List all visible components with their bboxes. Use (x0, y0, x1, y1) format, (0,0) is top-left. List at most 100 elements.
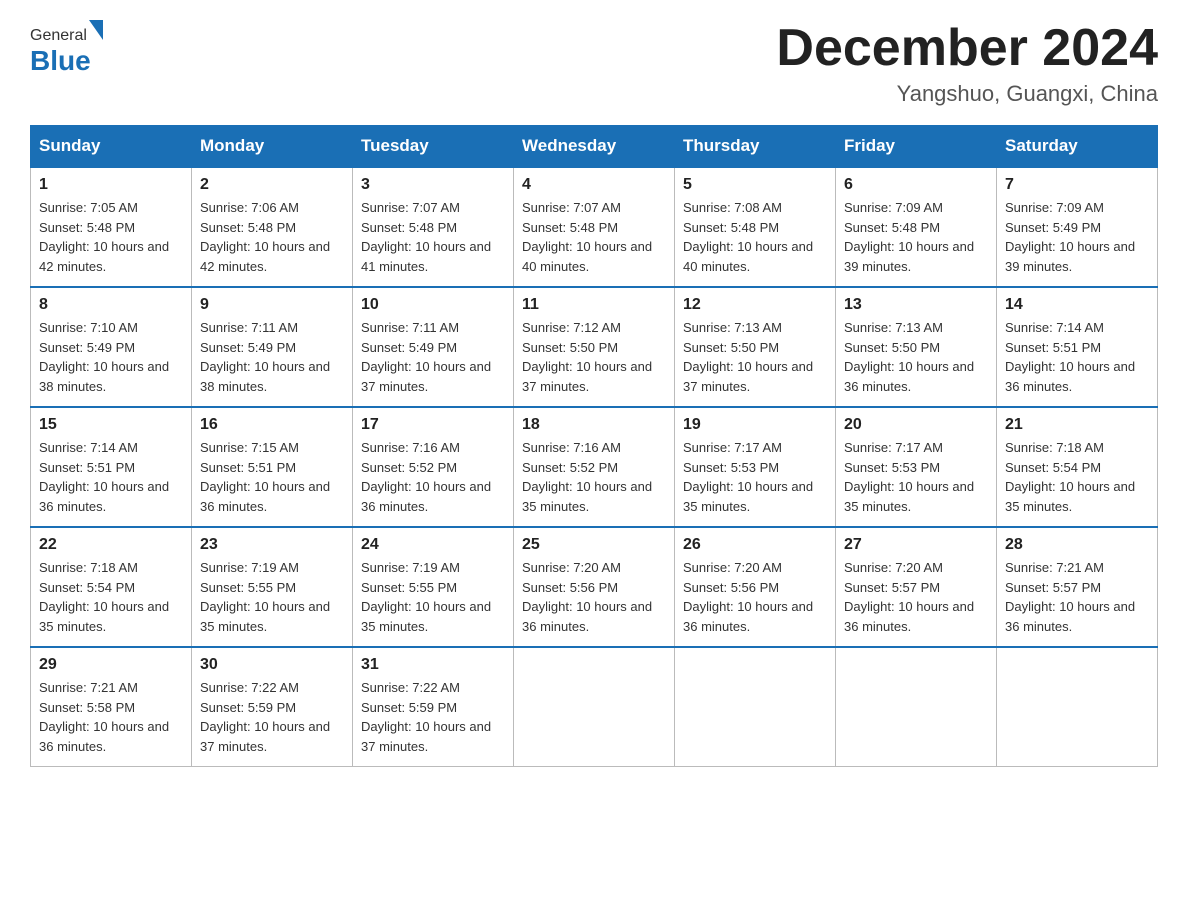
day-number: 8 (39, 296, 183, 314)
day-info: Sunrise: 7:13 AMSunset: 5:50 PMDaylight:… (683, 318, 827, 396)
calendar-weekday-friday: Friday (836, 126, 997, 168)
calendar-table: SundayMondayTuesdayWednesdayThursdayFrid… (30, 125, 1158, 767)
day-info: Sunrise: 7:21 AMSunset: 5:57 PMDaylight:… (1005, 558, 1149, 636)
day-info: Sunrise: 7:19 AMSunset: 5:55 PMDaylight:… (361, 558, 505, 636)
day-info: Sunrise: 7:10 AMSunset: 5:49 PMDaylight:… (39, 318, 183, 396)
calendar-weekday-tuesday: Tuesday (353, 126, 514, 168)
calendar-cell: 17 Sunrise: 7:16 AMSunset: 5:52 PMDayligh… (353, 407, 514, 527)
day-number: 18 (522, 416, 666, 434)
day-info: Sunrise: 7:09 AMSunset: 5:48 PMDaylight:… (844, 198, 988, 276)
day-info: Sunrise: 7:15 AMSunset: 5:51 PMDaylight:… (200, 438, 344, 516)
calendar-cell: 7 Sunrise: 7:09 AMSunset: 5:49 PMDaylight… (997, 167, 1158, 287)
calendar-cell: 8 Sunrise: 7:10 AMSunset: 5:49 PMDaylight… (31, 287, 192, 407)
title-area: December 2024 Yangshuo, Guangxi, China (776, 20, 1158, 107)
calendar-cell: 3Sunrise: 7:07 AMSunset: 5:48 PMDaylight… (353, 167, 514, 287)
day-info: Sunrise: 7:08 AMSunset: 5:48 PMDaylight:… (683, 198, 827, 276)
calendar-weekday-sunday: Sunday (31, 126, 192, 168)
calendar-week-row: 8 Sunrise: 7:10 AMSunset: 5:49 PMDaylight… (31, 287, 1158, 407)
day-number: 17 (361, 416, 505, 434)
day-info: Sunrise: 7:05 AMSunset: 5:48 PMDaylight:… (39, 198, 183, 276)
calendar-cell: 22Sunrise: 7:18 AMSunset: 5:54 PMDayligh… (31, 527, 192, 647)
day-number: 1 (39, 176, 183, 194)
day-info: Sunrise: 7:17 AMSunset: 5:53 PMDaylight:… (844, 438, 988, 516)
calendar-cell: 29 Sunrise: 7:21 AMSunset: 5:58 PMDayligh… (31, 647, 192, 767)
calendar-weekday-wednesday: Wednesday (514, 126, 675, 168)
calendar-week-row: 15Sunrise: 7:14 AMSunset: 5:51 PMDayligh… (31, 407, 1158, 527)
day-info: Sunrise: 7:18 AMSunset: 5:54 PMDaylight:… (1005, 438, 1149, 516)
day-number: 14 (1005, 296, 1149, 314)
calendar-cell: 24 Sunrise: 7:19 AMSunset: 5:55 PMDayligh… (353, 527, 514, 647)
day-info: Sunrise: 7:22 AMSunset: 5:59 PMDaylight:… (200, 678, 344, 756)
calendar-cell: 21 Sunrise: 7:18 AMSunset: 5:54 PMDayligh… (997, 407, 1158, 527)
day-number: 26 (683, 536, 827, 554)
calendar-cell: 28 Sunrise: 7:21 AMSunset: 5:57 PMDayligh… (997, 527, 1158, 647)
calendar-cell (514, 647, 675, 767)
day-info: Sunrise: 7:20 AMSunset: 5:57 PMDaylight:… (844, 558, 988, 636)
day-number: 29 (39, 656, 183, 674)
day-number: 5 (683, 176, 827, 194)
day-info: Sunrise: 7:11 AMSunset: 5:49 PMDaylight:… (200, 318, 344, 396)
day-info: Sunrise: 7:13 AMSunset: 5:50 PMDaylight:… (844, 318, 988, 396)
calendar-cell: 4 Sunrise: 7:07 AMSunset: 5:48 PMDaylight… (514, 167, 675, 287)
page-header: General Blue December 2024 Yangshuo, Gua… (30, 20, 1158, 107)
day-info: Sunrise: 7:17 AMSunset: 5:53 PMDaylight:… (683, 438, 827, 516)
calendar-cell: 11 Sunrise: 7:12 AMSunset: 5:50 PMDayligh… (514, 287, 675, 407)
calendar-cell: 20Sunrise: 7:17 AMSunset: 5:53 PMDayligh… (836, 407, 997, 527)
calendar-cell: 26Sunrise: 7:20 AMSunset: 5:56 PMDayligh… (675, 527, 836, 647)
calendar-weekday-thursday: Thursday (675, 126, 836, 168)
page-subtitle: Yangshuo, Guangxi, China (776, 81, 1158, 107)
day-info: Sunrise: 7:07 AMSunset: 5:48 PMDaylight:… (522, 198, 666, 276)
calendar-cell: 27 Sunrise: 7:20 AMSunset: 5:57 PMDayligh… (836, 527, 997, 647)
day-info: Sunrise: 7:16 AMSunset: 5:52 PMDaylight:… (361, 438, 505, 516)
calendar-cell: 6Sunrise: 7:09 AMSunset: 5:48 PMDaylight… (836, 167, 997, 287)
calendar-cell: 16Sunrise: 7:15 AMSunset: 5:51 PMDayligh… (192, 407, 353, 527)
day-info: Sunrise: 7:12 AMSunset: 5:50 PMDaylight:… (522, 318, 666, 396)
day-info: Sunrise: 7:14 AMSunset: 5:51 PMDaylight:… (39, 438, 183, 516)
day-info: Sunrise: 7:07 AMSunset: 5:48 PMDaylight:… (361, 198, 505, 276)
calendar-cell (836, 647, 997, 767)
day-number: 23 (200, 536, 344, 554)
day-number: 19 (683, 416, 827, 434)
day-info: Sunrise: 7:09 AMSunset: 5:49 PMDaylight:… (1005, 198, 1149, 276)
calendar-cell: 18Sunrise: 7:16 AMSunset: 5:52 PMDayligh… (514, 407, 675, 527)
day-number: 30 (200, 656, 344, 674)
calendar-cell: 2Sunrise: 7:06 AMSunset: 5:48 PMDaylight… (192, 167, 353, 287)
day-number: 4 (522, 176, 666, 194)
page-title: December 2024 (776, 20, 1158, 77)
day-number: 12 (683, 296, 827, 314)
calendar-cell: 25 Sunrise: 7:20 AMSunset: 5:56 PMDayligh… (514, 527, 675, 647)
day-number: 28 (1005, 536, 1149, 554)
calendar-cell (675, 647, 836, 767)
day-number: 31 (361, 656, 505, 674)
day-info: Sunrise: 7:18 AMSunset: 5:54 PMDaylight:… (39, 558, 183, 636)
calendar-cell: 1 Sunrise: 7:05 AMSunset: 5:48 PMDaylight… (31, 167, 192, 287)
day-info: Sunrise: 7:14 AMSunset: 5:51 PMDaylight:… (1005, 318, 1149, 396)
calendar-week-row: 29 Sunrise: 7:21 AMSunset: 5:58 PMDayligh… (31, 647, 1158, 767)
day-number: 2 (200, 176, 344, 194)
calendar-cell: 23 Sunrise: 7:19 AMSunset: 5:55 PMDayligh… (192, 527, 353, 647)
calendar-cell: 31 Sunrise: 7:22 AMSunset: 5:59 PMDayligh… (353, 647, 514, 767)
calendar-cell: 10 Sunrise: 7:11 AMSunset: 5:49 PMDayligh… (353, 287, 514, 407)
calendar-cell (997, 647, 1158, 767)
logo-general-text: General (30, 27, 87, 45)
calendar-cell: 19 Sunrise: 7:17 AMSunset: 5:53 PMDayligh… (675, 407, 836, 527)
day-number: 25 (522, 536, 666, 554)
calendar-header-row: SundayMondayTuesdayWednesdayThursdayFrid… (31, 126, 1158, 168)
day-number: 13 (844, 296, 988, 314)
day-info: Sunrise: 7:11 AMSunset: 5:49 PMDaylight:… (361, 318, 505, 396)
day-number: 7 (1005, 176, 1149, 194)
day-info: Sunrise: 7:19 AMSunset: 5:55 PMDaylight:… (200, 558, 344, 636)
calendar-cell: 9Sunrise: 7:11 AMSunset: 5:49 PMDaylight… (192, 287, 353, 407)
day-info: Sunrise: 7:20 AMSunset: 5:56 PMDaylight:… (522, 558, 666, 636)
calendar-cell: 14 Sunrise: 7:14 AMSunset: 5:51 PMDayligh… (997, 287, 1158, 407)
calendar-weekday-saturday: Saturday (997, 126, 1158, 168)
day-number: 24 (361, 536, 505, 554)
day-info: Sunrise: 7:21 AMSunset: 5:58 PMDaylight:… (39, 678, 183, 756)
day-number: 21 (1005, 416, 1149, 434)
day-info: Sunrise: 7:22 AMSunset: 5:59 PMDaylight:… (361, 678, 505, 756)
day-number: 11 (522, 296, 666, 314)
logo: General Blue (30, 20, 105, 77)
calendar-weekday-monday: Monday (192, 126, 353, 168)
day-number: 10 (361, 296, 505, 314)
day-number: 27 (844, 536, 988, 554)
